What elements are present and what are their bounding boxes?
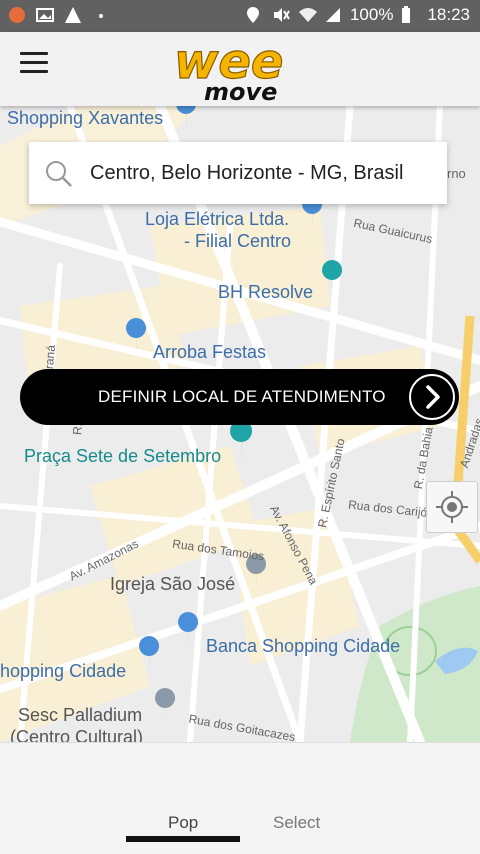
poi-label[interactable]: Loja Elétrica Ltda.: [145, 209, 289, 230]
bottom-panel: Pop Select: [0, 742, 480, 854]
notification-app-icon: [8, 6, 26, 24]
search-icon: [45, 160, 73, 193]
poi-label[interactable]: Banca Shopping Cidade: [206, 636, 400, 657]
chevron-right-icon[interactable]: [409, 374, 455, 420]
search-box[interactable]: Centro, Belo Horizonte - MG, Brasil: [29, 142, 447, 204]
svg-text:move: move: [204, 78, 277, 104]
app-bar: wee move: [0, 32, 480, 106]
mute-icon: [272, 6, 290, 24]
tab-pop[interactable]: Pop: [168, 813, 198, 833]
status-right-icons: 100% 18:23: [246, 5, 470, 25]
street-label: rno: [447, 166, 466, 181]
image-icon: [36, 6, 54, 24]
street-label: raná: [41, 344, 59, 370]
warning-icon: [64, 6, 82, 24]
dot-icon: [92, 6, 110, 24]
weemove-logo: wee move: [173, 34, 284, 104]
battery-percent: 100%: [349, 5, 394, 24]
tab-select[interactable]: Select: [273, 813, 320, 833]
location-icon: [246, 6, 264, 24]
poi-label[interactable]: Igreja São José: [110, 574, 235, 595]
poi-label[interactable]: - Filial Centro: [184, 231, 291, 252]
set-service-location-button[interactable]: DEFINIR LOCAL DE ATENDIMENTO: [20, 369, 459, 425]
poi-label[interactable]: Arroba Festas: [153, 342, 266, 363]
clock: 18:23: [427, 5, 470, 24]
status-bar: 100% 18:23: [0, 0, 480, 32]
poi-label[interactable]: hopping Cidade: [0, 661, 126, 682]
my-location-button[interactable]: [426, 481, 478, 533]
poi-label[interactable]: Shopping Xavantes: [7, 108, 163, 129]
poi-label[interactable]: (Centro Cultural): [10, 727, 143, 742]
battery-icon: [401, 6, 419, 24]
poi-label[interactable]: Sesc Palladium: [18, 705, 142, 726]
status-left-icons: [8, 6, 110, 24]
search-input-value[interactable]: Centro, Belo Horizonte - MG, Brasil: [90, 162, 403, 185]
poi-label[interactable]: BH Resolve: [218, 282, 313, 303]
active-tab-indicator: [126, 836, 240, 842]
signal-icon: [324, 6, 342, 24]
poi-label[interactable]: Praça Sete de Setembro: [24, 446, 221, 467]
hamburger-icon[interactable]: [20, 52, 48, 74]
my-location-icon: [436, 491, 468, 523]
wifi-icon: [298, 6, 317, 24]
set-service-location-label: DEFINIR LOCAL DE ATENDIMENTO: [98, 387, 386, 406]
